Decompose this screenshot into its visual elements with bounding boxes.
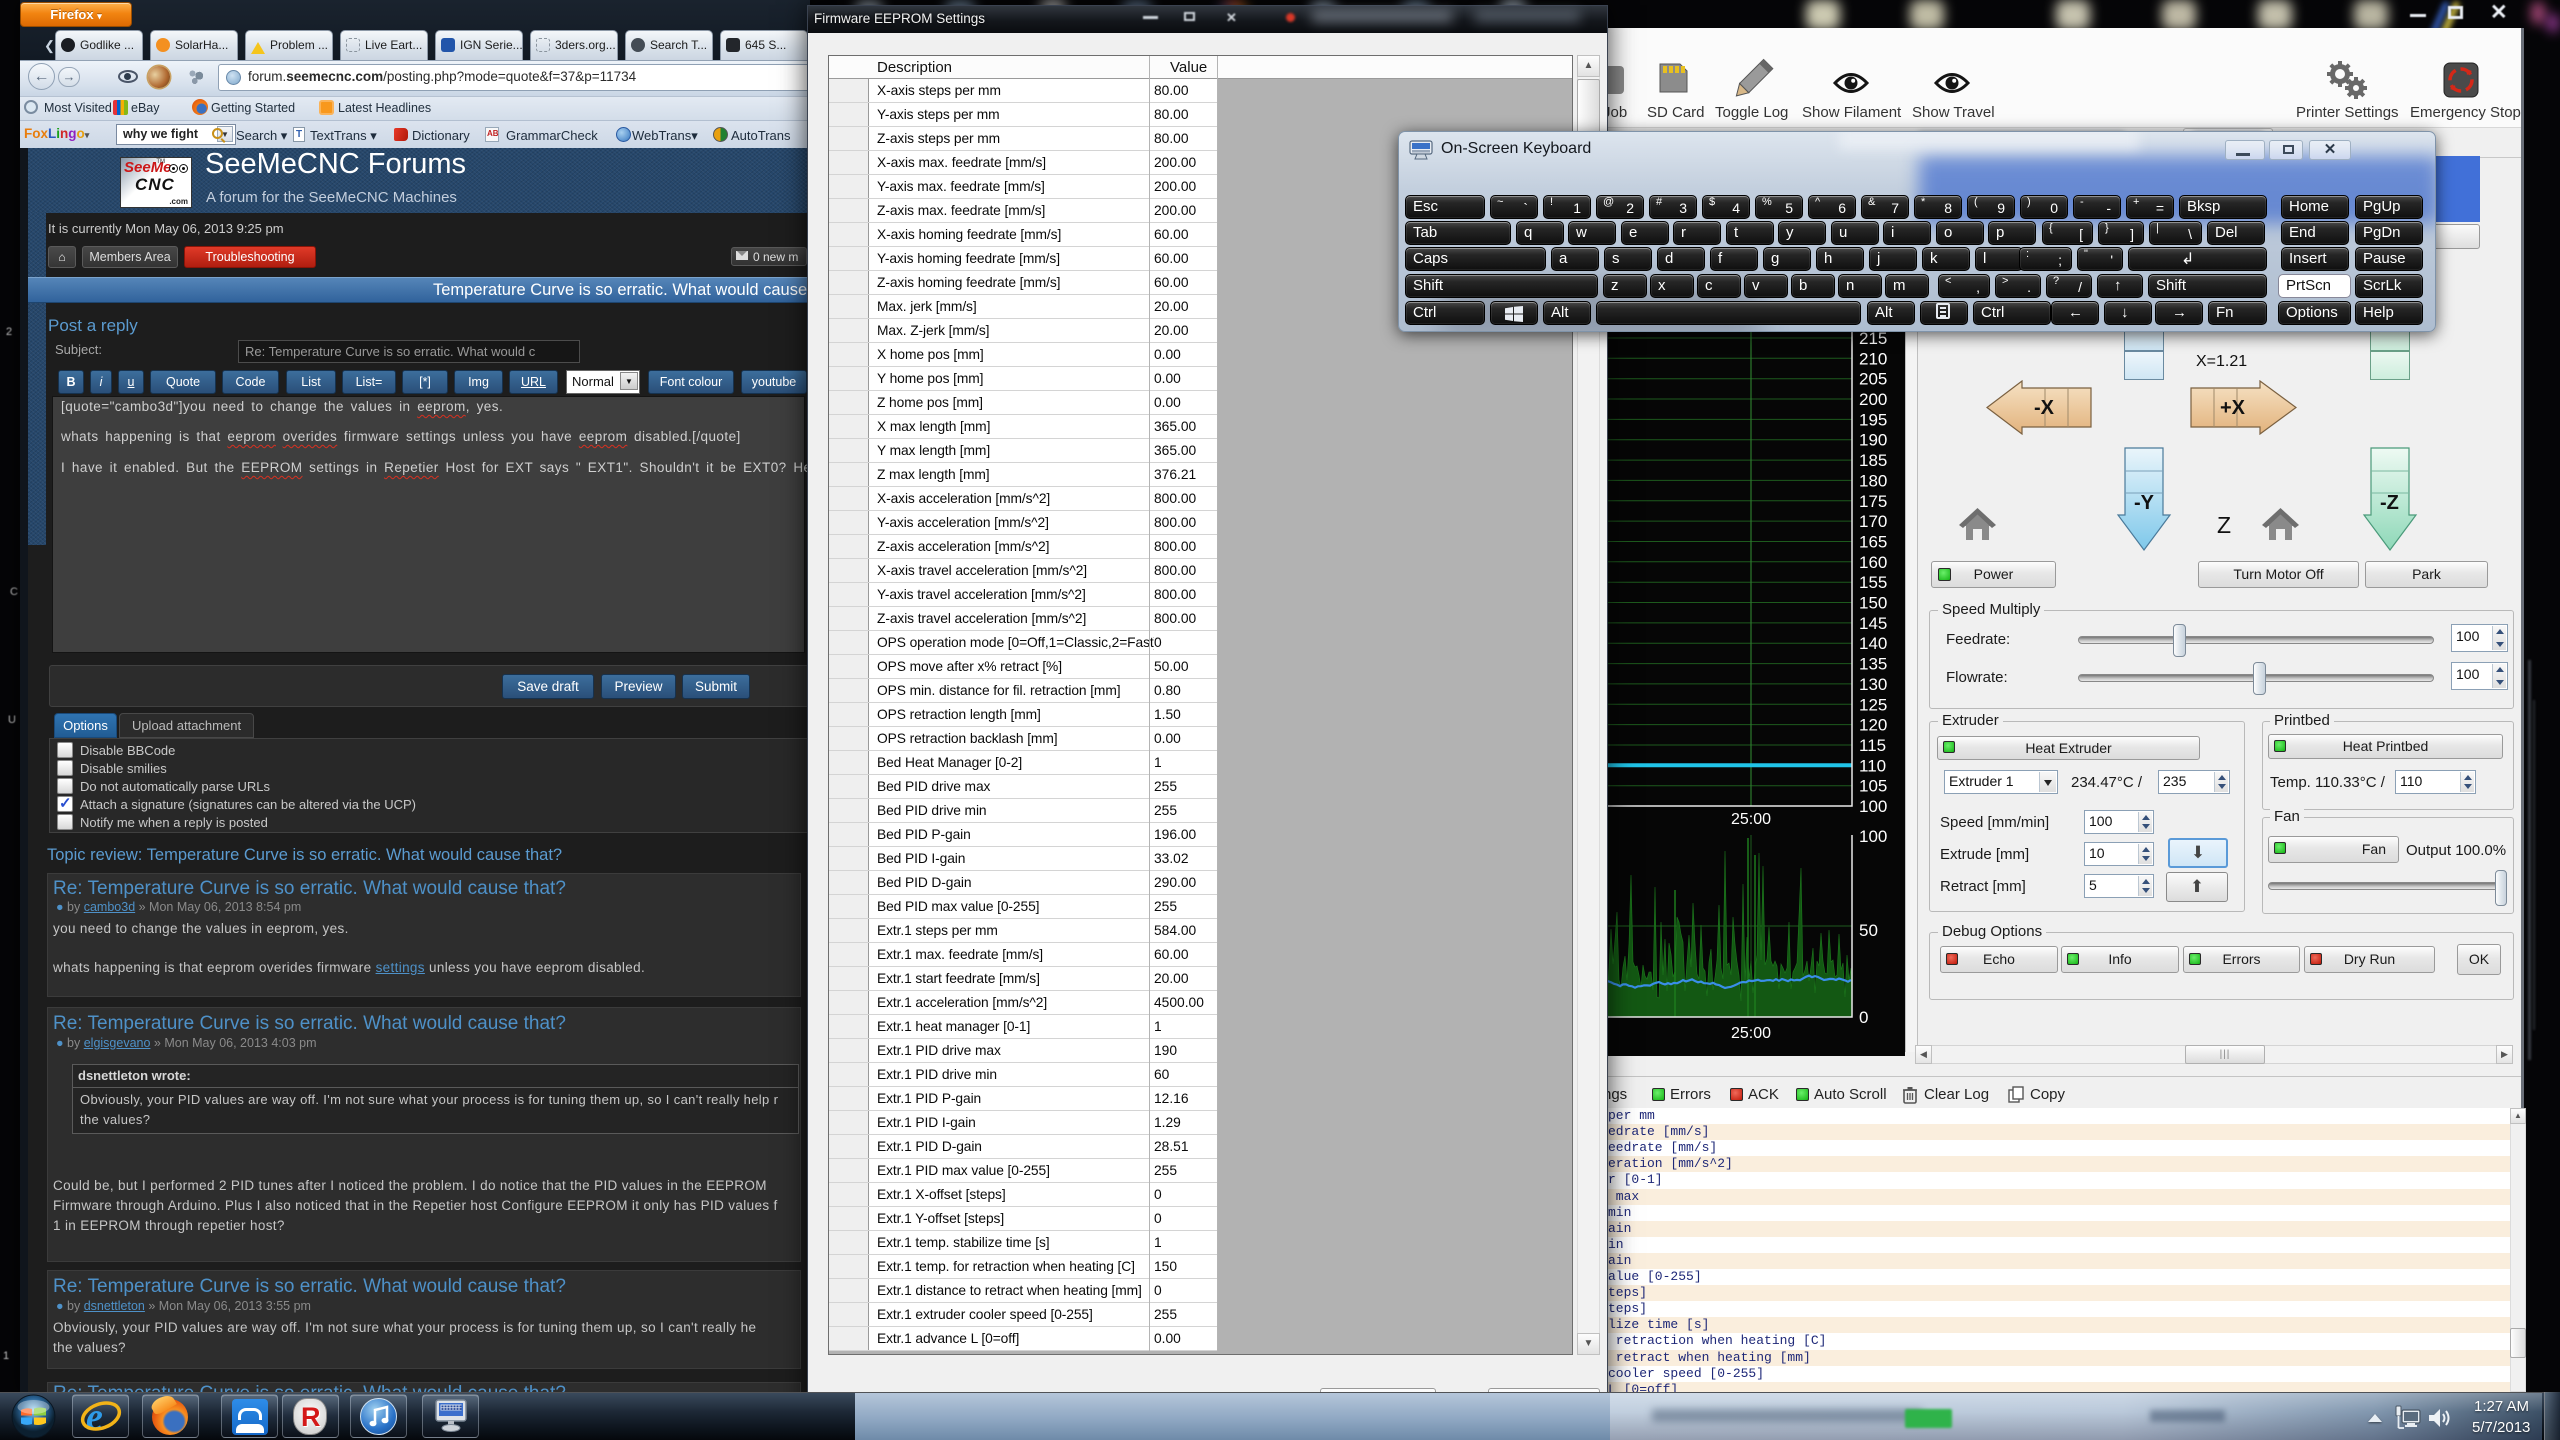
svg-text:155: 155 [1859,573,1887,592]
svg-text:150: 150 [1859,594,1887,613]
svg-text:25:00: 25:00 [1731,1025,1771,1042]
svg-text:185: 185 [1859,451,1887,470]
svg-text:180: 180 [1859,471,1887,490]
svg-text:100: 100 [1859,827,1887,846]
svg-text:140: 140 [1859,634,1887,653]
svg-text:145: 145 [1859,614,1887,633]
svg-text:105: 105 [1859,777,1887,796]
svg-text:+X: +X [2220,397,2246,419]
svg-text:-Z: -Z [2380,492,2399,514]
svg-text:110: 110 [1859,756,1886,775]
svg-text:205: 205 [1859,370,1887,389]
svg-text:160: 160 [1859,553,1887,572]
svg-text:210: 210 [1859,349,1887,368]
svg-text:25:00: 25:00 [1731,811,1771,828]
svg-text:170: 170 [1859,512,1887,531]
svg-text:175: 175 [1859,492,1887,511]
svg-text:50: 50 [1859,921,1878,940]
svg-text:-Y: -Y [2134,492,2155,514]
svg-text:120: 120 [1859,716,1887,735]
svg-text:-X: -X [2034,397,2055,419]
svg-text:190: 190 [1859,431,1887,450]
svg-text:130: 130 [1859,675,1887,694]
svg-text:100: 100 [1859,797,1887,816]
svg-text:125: 125 [1859,695,1887,714]
svg-text:135: 135 [1859,655,1887,674]
svg-text:200: 200 [1859,390,1887,409]
svg-text:165: 165 [1859,533,1887,552]
svg-text:195: 195 [1859,410,1887,429]
svg-text:0: 0 [1859,1008,1868,1027]
svg-text:115: 115 [1859,736,1886,755]
